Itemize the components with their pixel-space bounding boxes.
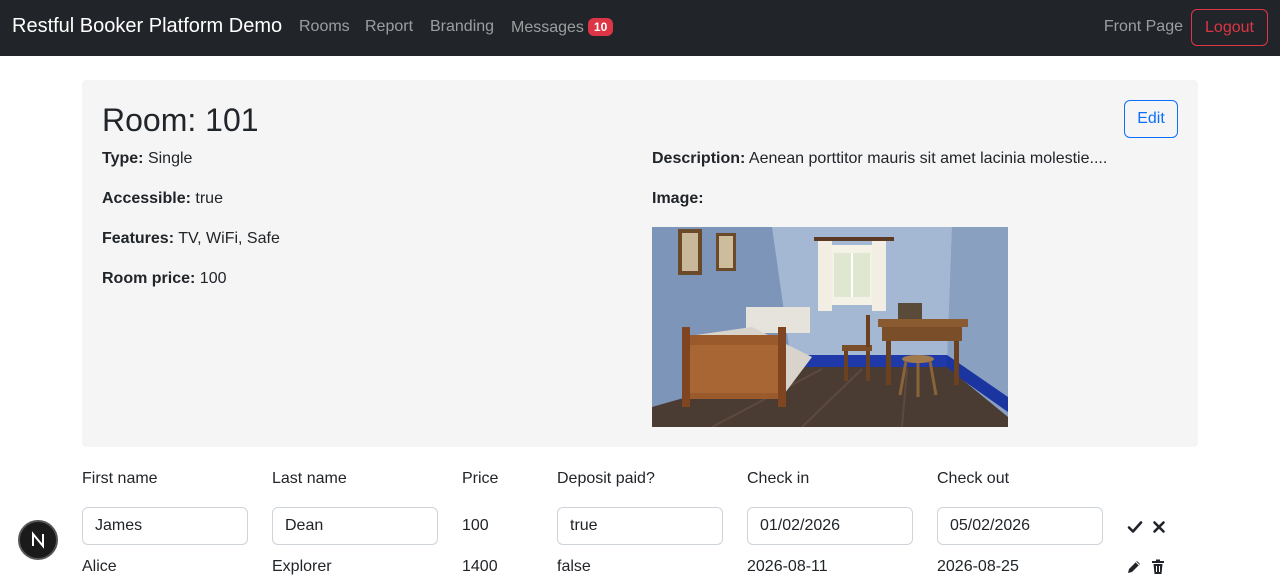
room-image-label: Image: (652, 190, 704, 207)
booking-checkout: 2026-08-25 (937, 558, 1019, 575)
header-price: Price (462, 470, 499, 487)
header-first-name: First name (82, 470, 158, 487)
booking-checkin: 2026-08-11 (747, 558, 828, 575)
room-features: Features: TV, WiFi, Safe (102, 230, 280, 248)
edit-lastname-input[interactable] (272, 507, 438, 545)
nav-messages[interactable]: Messages 10 (511, 18, 614, 37)
room-accessible-label: Accessible: (102, 190, 191, 207)
room-image (652, 227, 1008, 427)
pencil-icon[interactable] (1126, 559, 1142, 575)
edit-price-value: 100 (462, 517, 489, 534)
booking-price: 1400 (462, 558, 498, 575)
nav-report[interactable]: Report (365, 18, 413, 36)
nav-rooms[interactable]: Rooms (299, 18, 350, 36)
room-features-value: TV, WiFi, Safe (178, 230, 280, 247)
edit-deposit-input[interactable] (557, 507, 723, 545)
header-check-out: Check out (937, 470, 1010, 487)
close-icon[interactable] (1151, 519, 1167, 535)
room-type-value: Single (147, 150, 193, 167)
trash-icon[interactable] (1150, 559, 1166, 575)
n-logo-icon[interactable] (18, 520, 58, 560)
room-description-label: Description: (652, 150, 746, 167)
header-last-name: Last name (272, 470, 347, 487)
room-photo (652, 227, 1008, 427)
header-check-in: Check in (747, 470, 810, 487)
booking-lastname: Explorer (272, 558, 332, 575)
nav-front-page[interactable]: Front Page (1104, 18, 1183, 36)
room-image-field: Image: (652, 190, 704, 208)
check-icon[interactable] (1127, 519, 1143, 535)
room-type: Type: Single (102, 150, 192, 168)
navbar: Restful Booker Platform Demo Rooms Repor… (0, 0, 1280, 56)
room-accessible: Accessible: true (102, 190, 223, 208)
edit-room-button[interactable]: Edit (1124, 100, 1178, 138)
booking-deposit: false (557, 558, 591, 575)
room-price-label: Room price: (102, 270, 196, 287)
room-features-label: Features: (102, 230, 175, 247)
logout-button[interactable]: Logout (1191, 9, 1268, 46)
room-description: Description: Aenean porttitor mauris sit… (652, 150, 1107, 168)
edit-checkout-input[interactable] (937, 507, 1103, 545)
brand-link[interactable]: Restful Booker Platform Demo (12, 15, 282, 38)
room-type-label: Type: (102, 150, 144, 167)
messages-count-badge: 10 (587, 18, 614, 36)
nav-messages-label: Messages (511, 19, 584, 36)
room-price-value: 100 (199, 270, 227, 287)
edit-firstname-input[interactable] (82, 507, 248, 545)
header-deposit-paid: Deposit paid? (557, 470, 655, 487)
room-accessible-value: true (195, 190, 223, 207)
room-title: Room: 101 (102, 102, 259, 138)
room-price: Room price: 100 (102, 270, 227, 288)
edit-checkin-input[interactable] (747, 507, 913, 545)
nav-branding[interactable]: Branding (430, 18, 494, 36)
booking-firstname: Alice (82, 558, 117, 575)
room-details-card: Room: 101 Edit Type: Single Accessible: … (82, 80, 1198, 447)
room-description-value: Aenean porttitor mauris sit amet lacinia… (748, 150, 1108, 167)
